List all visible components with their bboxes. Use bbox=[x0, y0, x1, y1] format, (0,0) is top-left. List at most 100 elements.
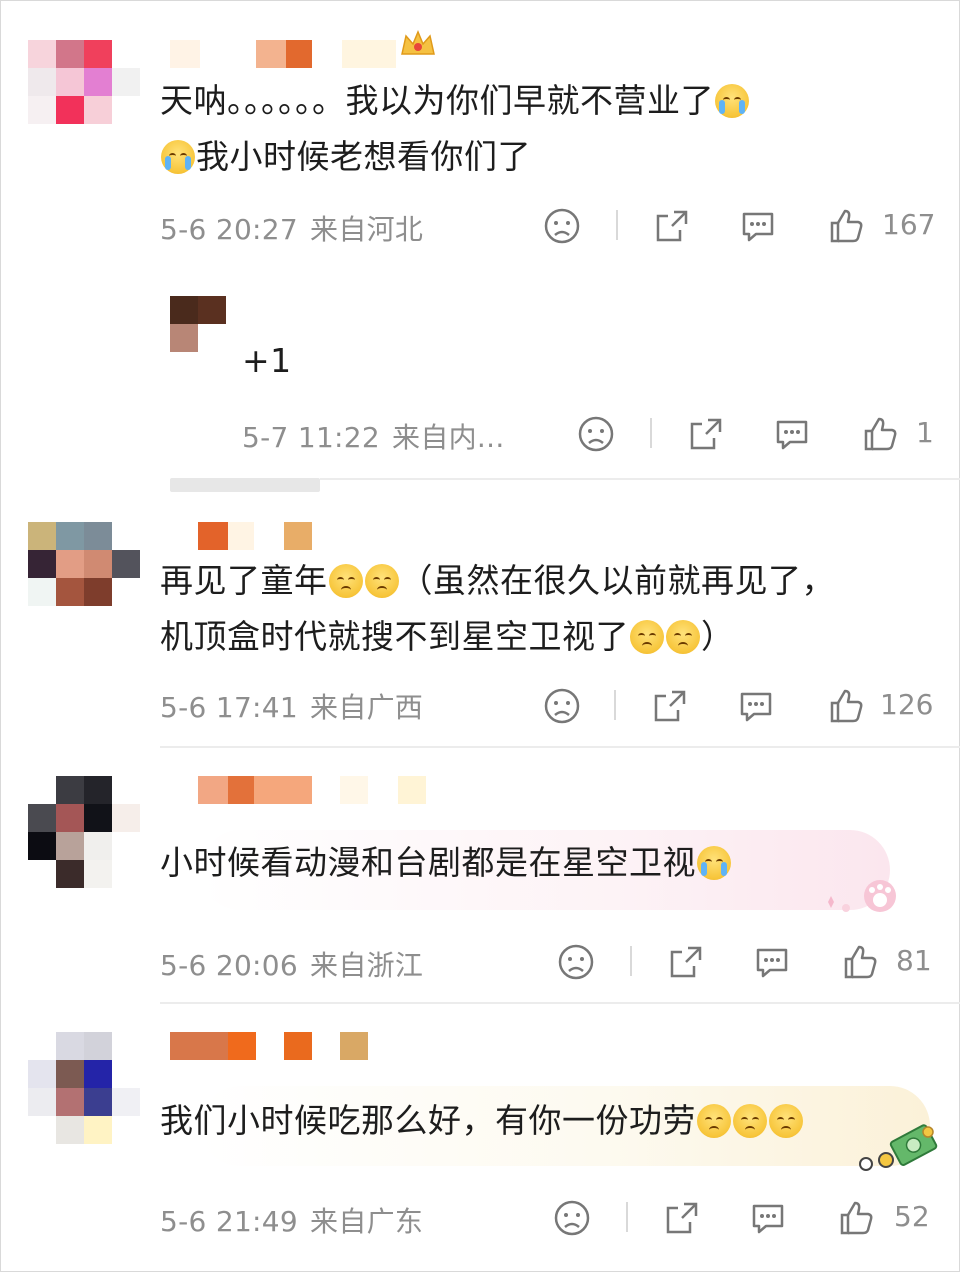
username[interactable] bbox=[170, 1032, 368, 1060]
comment-bubble-icon bbox=[776, 420, 808, 450]
comment-bubble-icon bbox=[740, 692, 772, 722]
share-icon bbox=[656, 210, 688, 242]
like-count: 52 bbox=[894, 1200, 930, 1233]
thumbs-up-icon bbox=[844, 945, 877, 979]
action-divider bbox=[614, 690, 616, 720]
comment-text-line2: 我小时候老想看你们了 bbox=[160, 128, 531, 186]
comment-text-line2: 机顶盒时代就搜不到星空卫视了） bbox=[160, 617, 735, 656]
like-count: 1 bbox=[916, 416, 934, 449]
like-count: 126 bbox=[880, 688, 934, 721]
sad-face-icon bbox=[554, 1200, 590, 1236]
timestamp: 5-6 21:49 bbox=[160, 1205, 299, 1238]
comment-text: 小时候看动漫和台剧都是在星空卫视 bbox=[160, 834, 732, 892]
username[interactable] bbox=[198, 776, 426, 804]
dislike-button[interactable] bbox=[542, 206, 582, 246]
thumbs-up-icon bbox=[840, 1201, 873, 1235]
dislike-button[interactable] bbox=[556, 942, 596, 982]
thumbs-up-icon bbox=[864, 417, 897, 451]
location: 来自广东 bbox=[310, 1205, 424, 1238]
crying-emoji-icon bbox=[161, 140, 195, 174]
username[interactable] bbox=[198, 522, 312, 550]
dislike-button[interactable] bbox=[552, 1198, 592, 1238]
crown-badge-icon bbox=[400, 28, 436, 58]
location: 来自广西 bbox=[310, 691, 424, 724]
like-button[interactable] bbox=[826, 206, 866, 246]
share-button[interactable] bbox=[662, 1198, 702, 1238]
divider bbox=[160, 1002, 960, 1004]
crying-emoji-icon bbox=[715, 84, 749, 118]
comment-meta: 5-6 17:41 来自广西 bbox=[160, 686, 423, 726]
timestamp: 5-6 20:27 bbox=[160, 213, 299, 246]
reply-button[interactable] bbox=[772, 414, 812, 454]
like-button[interactable] bbox=[826, 686, 866, 726]
sad-face-icon bbox=[578, 416, 614, 452]
pleading-emoji-icon bbox=[666, 620, 700, 654]
comment-meta: 5-6 21:49 来自广东 bbox=[160, 1200, 423, 1240]
praying-emoji-icon bbox=[769, 1104, 803, 1138]
like-button[interactable] bbox=[840, 942, 880, 982]
comment-meta: 5-7 11:22 来自内... bbox=[242, 416, 505, 456]
reply-button[interactable] bbox=[736, 686, 776, 726]
location: 来自浙江 bbox=[310, 949, 424, 982]
timestamp: 5-7 11:22 bbox=[242, 421, 381, 454]
reply-button[interactable] bbox=[748, 1198, 788, 1238]
collapsed-thread-bar bbox=[170, 478, 320, 492]
share-button[interactable] bbox=[666, 942, 706, 982]
money-sticker-icon bbox=[856, 1120, 942, 1176]
share-button[interactable] bbox=[650, 686, 690, 726]
reply-button[interactable] bbox=[752, 942, 792, 982]
dislike-button[interactable] bbox=[542, 686, 582, 726]
thumbs-up-icon bbox=[830, 689, 863, 723]
action-divider bbox=[650, 418, 652, 448]
pleading-emoji-icon bbox=[630, 620, 664, 654]
avatar[interactable] bbox=[170, 296, 226, 352]
comment-text: 天呐。。。。。。我以为你们早就不营业了 bbox=[160, 72, 750, 130]
action-divider bbox=[616, 210, 618, 240]
share-icon bbox=[670, 946, 702, 978]
comment-meta: 5-6 20:27 来自河北 bbox=[160, 208, 423, 248]
sad-face-icon bbox=[544, 688, 580, 724]
comment-text: +1 bbox=[242, 341, 292, 380]
divider bbox=[320, 478, 960, 480]
thumbs-up-icon bbox=[830, 209, 863, 243]
comment-meta: 5-6 20:06 来自浙江 bbox=[160, 944, 423, 984]
like-button[interactable] bbox=[836, 1198, 876, 1238]
comment-bubble-icon bbox=[742, 212, 774, 242]
username[interactable] bbox=[170, 40, 396, 68]
avatar[interactable] bbox=[28, 40, 140, 124]
action-divider bbox=[626, 1202, 628, 1232]
avatar[interactable] bbox=[28, 522, 140, 606]
location: 来自河北 bbox=[310, 213, 424, 246]
avatar[interactable] bbox=[28, 1032, 140, 1144]
paw-sticker-icon bbox=[818, 872, 908, 918]
avatar[interactable] bbox=[28, 776, 140, 888]
like-button[interactable] bbox=[860, 414, 900, 454]
share-icon bbox=[666, 1202, 698, 1234]
like-count: 81 bbox=[896, 944, 932, 977]
comment-text: 我们小时候吃那么好，有你一份功劳 bbox=[160, 1092, 804, 1150]
pleading-emoji-icon bbox=[364, 564, 399, 598]
share-button[interactable] bbox=[652, 206, 692, 246]
timestamp: 5-6 17:41 bbox=[160, 691, 299, 724]
share-icon bbox=[690, 418, 722, 450]
sad-face-icon bbox=[544, 208, 580, 244]
crying-emoji-icon bbox=[697, 846, 731, 880]
comment-actions: 81 bbox=[556, 942, 940, 982]
dislike-button[interactable] bbox=[576, 414, 616, 454]
like-count: 167 bbox=[882, 208, 936, 241]
comment-bubble-icon bbox=[752, 1204, 784, 1234]
praying-emoji-icon bbox=[733, 1104, 767, 1138]
comment-actions: 52 bbox=[552, 1198, 940, 1238]
divider bbox=[160, 746, 960, 748]
comment-text: 再见了童年 （虽然在很久以前就再见了， bbox=[160, 561, 835, 600]
reply-button[interactable] bbox=[738, 206, 778, 246]
sad-face-icon bbox=[558, 944, 594, 980]
action-divider bbox=[630, 946, 632, 976]
comment-actions: 1 bbox=[576, 414, 940, 454]
pleading-emoji-icon bbox=[328, 564, 363, 598]
share-icon bbox=[654, 690, 686, 722]
location: 来自内... bbox=[392, 421, 505, 454]
share-button[interactable] bbox=[686, 414, 726, 454]
timestamp: 5-6 20:06 bbox=[160, 949, 299, 982]
praying-emoji-icon bbox=[697, 1104, 731, 1138]
